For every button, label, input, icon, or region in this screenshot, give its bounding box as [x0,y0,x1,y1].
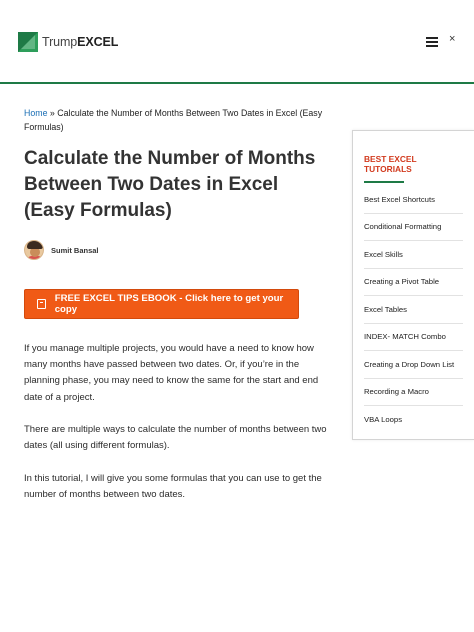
author-byline: Sumit Bansal [24,240,99,260]
close-icon[interactable]: × [449,33,455,45]
author-name[interactable]: Sumit Bansal [51,246,99,255]
sidebar-item-pivot-table[interactable]: Creating a Pivot Table [364,269,463,296]
avatar[interactable] [24,240,44,260]
sidebar-item-vba-loops[interactable]: VBA Loops [364,406,463,434]
page-title: Calculate the Number of Months Between T… [24,148,316,221]
article-paragraph: In this tutorial, I will give you some f… [24,473,322,501]
sidebar-item-excel-skills[interactable]: Excel Skills [364,241,463,269]
breadcrumb-current: Calculate the Number of Months Between T… [24,108,323,132]
site-logo[interactable]: TrumpEXCEL [18,32,118,52]
article-paragraph: There are multiple ways to calculate the… [24,424,327,452]
sidebar-title: BEST EXCEL TUTORIALS [364,154,417,174]
sidebar-title-underline [364,181,404,183]
article-paragraph: If you manage multiple projects, you wou… [24,343,319,403]
site-logo-text: TrumpEXCEL [42,35,118,49]
sidebar-item-index-match[interactable]: INDEX- MATCH Combo [364,324,463,351]
sidebar-item-drop-down-list[interactable]: Creating a Drop Down List [364,351,463,379]
free-ebook-button-label: FREE EXCEL TIPS EBOOK - Click here to ge… [54,293,284,315]
breadcrumb-separator: » [47,108,58,118]
logo-icon [18,32,38,52]
ebook-icon [37,299,46,309]
sidebar-item-recording-macro[interactable]: Recording a Macro [364,379,463,406]
brand-bold: EXCEL [77,35,119,49]
menu-icon[interactable] [426,37,438,47]
free-ebook-button[interactable]: FREE EXCEL TIPS EBOOK - Click here to ge… [24,289,299,319]
sidebar-list: Best Excel Shortcuts Conditional Formatt… [364,186,463,434]
breadcrumb: Home » Calculate the Number of Months Be… [24,106,334,134]
sidebar-item-conditional-formatting[interactable]: Conditional Formatting [364,214,463,241]
tutorials-sidebar: BEST EXCEL TUTORIALS Best Excel Shortcut… [352,130,474,440]
breadcrumb-home-link[interactable]: Home [24,108,47,118]
sidebar-item-best-excel-shortcuts[interactable]: Best Excel Shortcuts [364,186,463,214]
sidebar-item-excel-tables[interactable]: Excel Tables [364,296,463,324]
site-header: TrumpEXCEL × [0,0,474,84]
brand-regular: Trump [42,35,78,49]
